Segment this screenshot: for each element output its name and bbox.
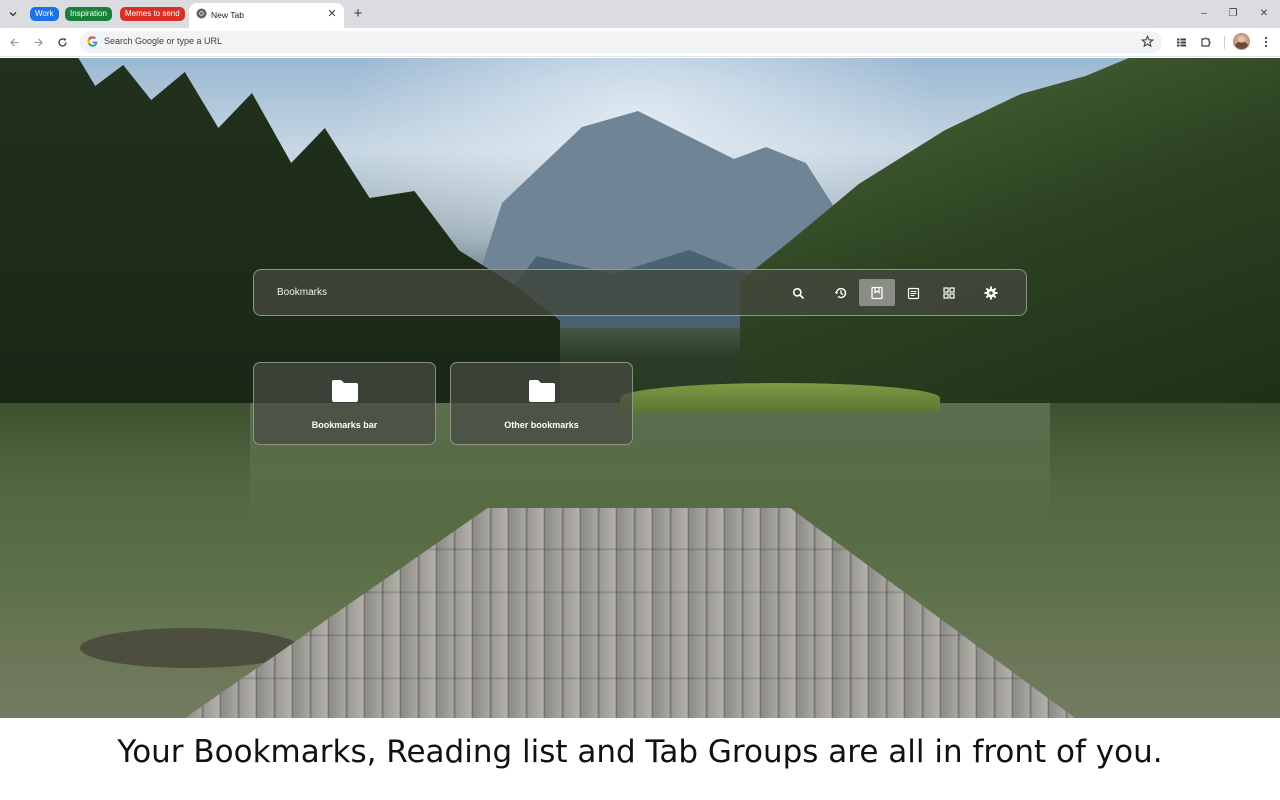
reading-list-icon bbox=[907, 287, 919, 299]
omnibox[interactable]: Search Google or type a URL bbox=[80, 31, 1162, 53]
star-icon[interactable] bbox=[1141, 35, 1154, 48]
toolbar-divider bbox=[1224, 36, 1225, 49]
reload-icon bbox=[57, 37, 67, 47]
arrow-right-icon bbox=[34, 38, 43, 46]
panel-title: Bookmarks bbox=[277, 287, 328, 298]
gear-icon bbox=[984, 286, 998, 300]
arrow-left-icon bbox=[9, 38, 18, 46]
chrome-icon bbox=[196, 8, 207, 19]
tab-group-work[interactable]: Work bbox=[30, 7, 59, 21]
folder-label: Other bookmarks bbox=[504, 420, 579, 430]
folder-icon bbox=[529, 380, 555, 402]
restore-button[interactable]: ❐ bbox=[1222, 4, 1244, 22]
close-tab-icon[interactable]: ✕ bbox=[326, 8, 338, 20]
media-icon bbox=[1176, 38, 1186, 46]
folder-bookmarks-bar[interactable]: Bookmarks bar bbox=[253, 362, 436, 445]
chrome-menu-button[interactable] bbox=[1257, 33, 1275, 51]
new-tab-button[interactable]: + bbox=[349, 5, 367, 23]
panel-bookmarks-button[interactable] bbox=[859, 279, 895, 306]
minimize-button[interactable]: – bbox=[1193, 4, 1215, 22]
tab-new-tab[interactable]: New Tab ✕ bbox=[189, 3, 344, 28]
folder-label: Bookmarks bar bbox=[311, 420, 378, 430]
reload-button[interactable] bbox=[53, 33, 71, 51]
panel-settings-button[interactable] bbox=[979, 281, 1003, 305]
folder-icon bbox=[332, 380, 358, 402]
search-icon bbox=[792, 287, 804, 299]
promo-caption: Your Bookmarks, Reading list and Tab Gro… bbox=[117, 734, 1163, 770]
more-vertical-icon bbox=[1264, 36, 1268, 48]
new-tab-page: Bookmarks Bookmarks bar Other bookmarks bbox=[0, 58, 1280, 718]
tab-title: New Tab bbox=[211, 10, 244, 20]
forward-button[interactable] bbox=[29, 33, 47, 51]
tab-search-button[interactable] bbox=[3, 4, 23, 24]
profile-avatar[interactable] bbox=[1233, 33, 1250, 50]
bookmarks-icon bbox=[871, 286, 883, 299]
google-icon bbox=[87, 36, 98, 47]
extensions-button[interactable] bbox=[1197, 33, 1215, 51]
tab-groups-icon bbox=[943, 287, 955, 299]
close-window-button[interactable]: ✕ bbox=[1253, 4, 1275, 22]
tab-group-memes-to-send[interactable]: Memes to send bbox=[120, 7, 185, 21]
puzzle-icon bbox=[1201, 37, 1211, 47]
browser-toolbar: Search Google or type a URL bbox=[0, 28, 1280, 57]
history-icon bbox=[834, 287, 847, 299]
back-button[interactable] bbox=[5, 33, 23, 51]
tab-strip: Work Inspiration Memes to send New Tab ✕… bbox=[0, 0, 1280, 28]
chevron-down-icon bbox=[9, 11, 17, 17]
media-controls-button[interactable] bbox=[1172, 33, 1190, 51]
panel-history-button[interactable] bbox=[829, 281, 853, 305]
bookmarks-panel-header: Bookmarks bbox=[253, 269, 1027, 316]
omnibox-placeholder: Search Google or type a URL bbox=[104, 36, 223, 46]
folder-other-bookmarks[interactable]: Other bookmarks bbox=[450, 362, 633, 445]
panel-search-button[interactable] bbox=[786, 281, 810, 305]
tab-group-inspiration[interactable]: Inspiration bbox=[65, 7, 112, 21]
panel-reading-list-button[interactable] bbox=[901, 281, 925, 305]
panel-tab-groups-button[interactable] bbox=[937, 281, 961, 305]
wallpaper-meadow bbox=[620, 383, 940, 413]
